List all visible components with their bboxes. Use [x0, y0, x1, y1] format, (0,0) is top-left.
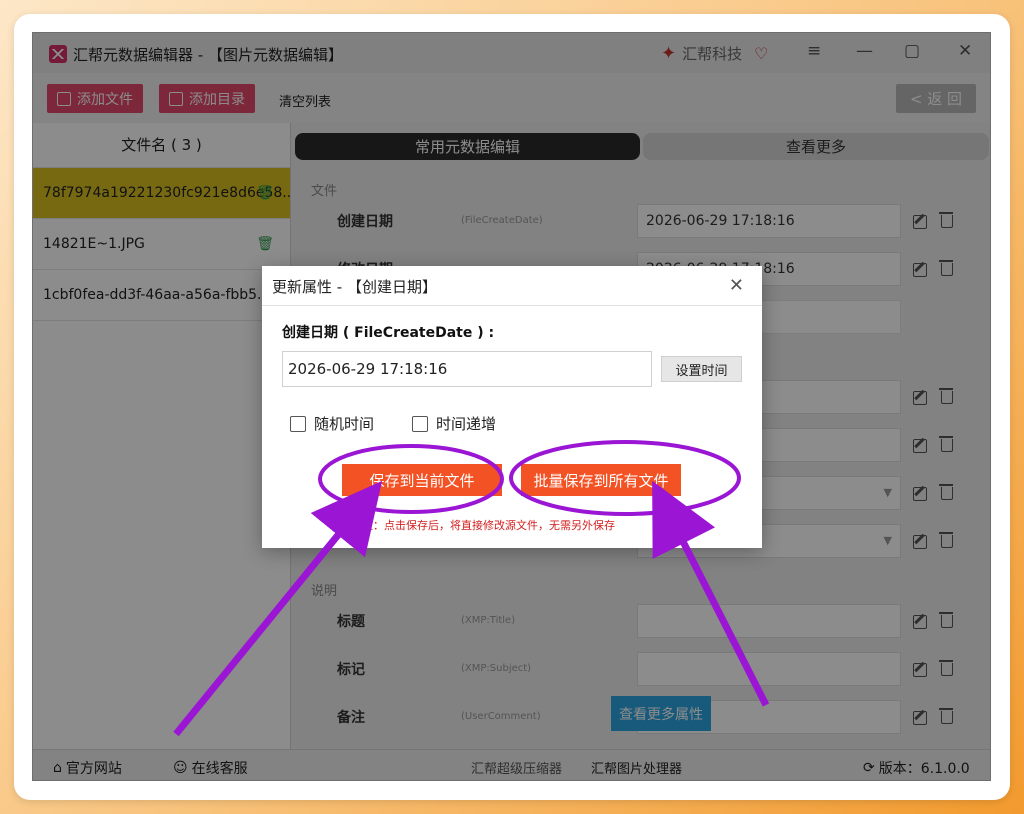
annotation-overlay: [173, 440, 770, 737]
annotation-arrow: [652, 480, 770, 707]
highlight-ellipse: [318, 444, 504, 514]
highlight-ellipse: [509, 440, 741, 516]
annotation-arrow: [173, 480, 383, 737]
